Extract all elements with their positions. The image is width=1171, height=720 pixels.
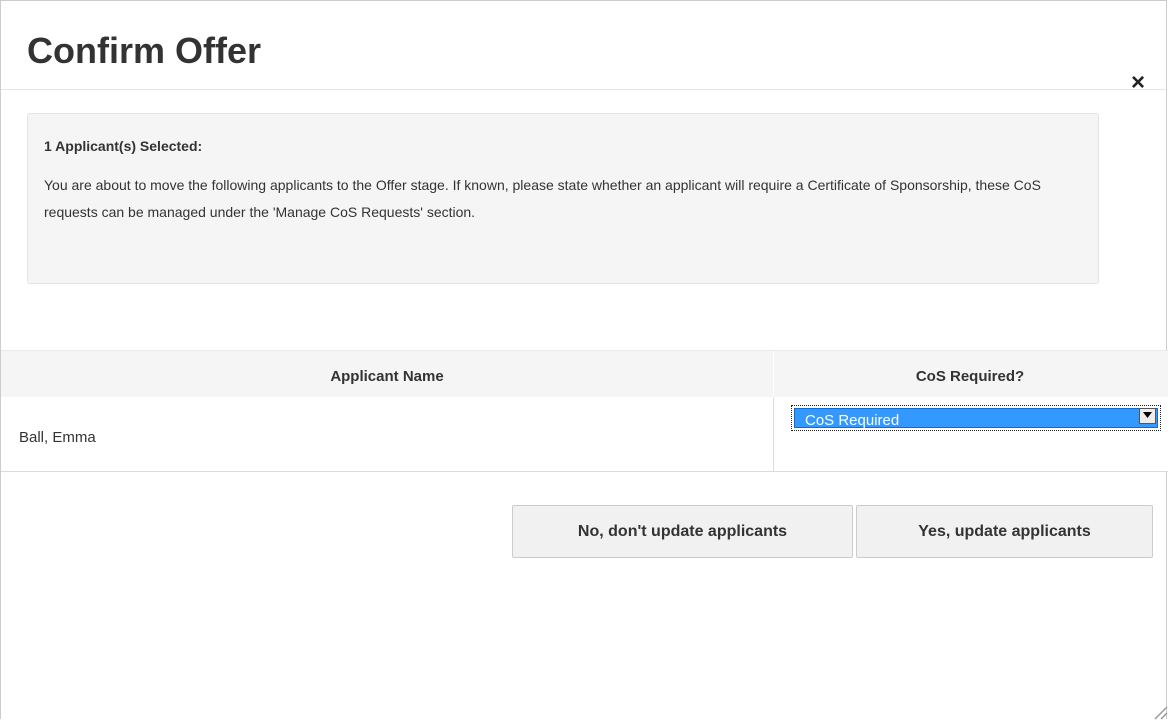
table-row: Ball, Emma CoS Required [1,397,1168,472]
column-header-applicant-name: Applicant Name [330,368,444,385]
confirm-offer-dialog: Confirm Offer × 1 Applicant(s) Selected:… [0,0,1168,720]
cos-required-select[interactable]: CoS Required [791,405,1161,431]
selection-count-heading: 1 Applicant(s) Selected: [44,138,203,154]
offer-stage-description: You are about to move the following appl… [44,177,1041,220]
column-header-cos-required: CoS Required? [915,368,1025,385]
cos-select-highlight: CoS Required [794,408,1158,429]
chevron-down-icon[interactable] [1139,408,1156,424]
close-icon[interactable]: × [1126,71,1150,95]
resize-handle-icon[interactable] [1151,703,1168,720]
applicant-name-cell: Ball, Emma [19,429,96,446]
dialog-title: Confirm Offer [27,30,261,71]
yes-update-button[interactable]: Yes, update applicants [856,505,1153,558]
selection-info-box: 1 Applicant(s) Selected: You are about t… [27,113,1099,284]
table-header-row: Applicant Name CoS Required? [1,350,1168,398]
cos-selected-value: CoS Required [805,412,900,429]
cell-divider [773,397,774,471]
dialog-header: Confirm Offer × [1,1,1166,95]
no-dont-update-button[interactable]: No, don't update applicants [512,505,853,558]
